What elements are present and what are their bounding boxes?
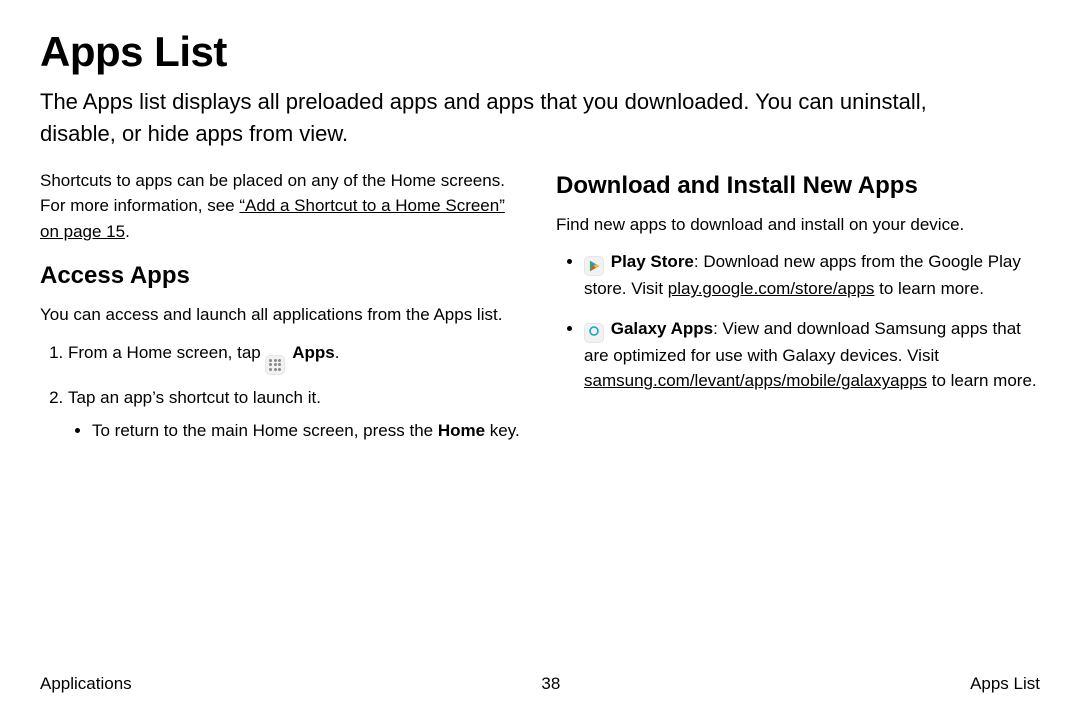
galaxy-text-b: to learn more. bbox=[927, 371, 1037, 390]
access-apps-desc: You can access and launch all applicatio… bbox=[40, 302, 524, 328]
apps-label: Apps bbox=[292, 343, 335, 362]
two-column-layout: Shortcuts to apps can be placed on any o… bbox=[40, 168, 1040, 454]
manual-page: Apps List The Apps list displays all pre… bbox=[0, 0, 1080, 720]
access-steps-list: From a Home screen, tap Apps. Tap an app… bbox=[40, 340, 524, 444]
play-store-item: Play Store: Download new apps from the G… bbox=[584, 249, 1040, 302]
step-2-sub-suffix: key. bbox=[485, 421, 520, 440]
shortcuts-suffix: . bbox=[125, 222, 130, 241]
step-2-sub-item: To return to the main Home screen, press… bbox=[92, 418, 524, 444]
download-desc: Find new apps to download and install on… bbox=[556, 212, 1040, 238]
play-store-icon bbox=[584, 256, 604, 276]
home-key-label: Home bbox=[438, 421, 485, 440]
step-1: From a Home screen, tap Apps. bbox=[68, 340, 524, 375]
step-1-prefix: From a Home screen, tap bbox=[68, 343, 265, 362]
download-heading: Download and Install New Apps bbox=[556, 168, 1040, 204]
step-2: Tap an app’s shortcut to launch it. To r… bbox=[68, 385, 524, 444]
store-list: Play Store: Download new apps from the G… bbox=[556, 249, 1040, 394]
page-footer: Applications 38 Apps List bbox=[40, 674, 1040, 694]
footer-topic-label: Apps List bbox=[970, 674, 1040, 694]
apps-icon bbox=[265, 355, 285, 375]
left-column: Shortcuts to apps can be placed on any o… bbox=[40, 168, 524, 454]
step-1-suffix: . bbox=[335, 343, 340, 362]
shortcuts-paragraph: Shortcuts to apps can be placed on any o… bbox=[40, 168, 524, 245]
intro-paragraph: The Apps list displays all preloaded app… bbox=[40, 86, 1000, 150]
play-text-b: to learn more. bbox=[874, 279, 984, 298]
step-2-sublist: To return to the main Home screen, press… bbox=[68, 418, 524, 444]
step-2-sub-prefix: To return to the main Home screen, press… bbox=[92, 421, 438, 440]
footer-page-number: 38 bbox=[541, 674, 560, 694]
galaxy-apps-icon bbox=[584, 323, 604, 343]
play-store-label: Play Store bbox=[611, 252, 694, 271]
galaxy-apps-label: Galaxy Apps bbox=[611, 319, 713, 338]
step-2-text: Tap an app’s shortcut to launch it. bbox=[68, 388, 321, 407]
footer-section-label: Applications bbox=[40, 674, 132, 694]
galaxy-apps-link[interactable]: samsung.com/levant/apps/mobile/galaxyapp… bbox=[584, 371, 927, 390]
page-title: Apps List bbox=[40, 28, 1040, 76]
play-store-link[interactable]: play.google.com/store/apps bbox=[668, 279, 875, 298]
right-column: Download and Install New Apps Find new a… bbox=[556, 168, 1040, 454]
access-apps-heading: Access Apps bbox=[40, 258, 524, 294]
galaxy-apps-item: Galaxy Apps: View and download Samsung a… bbox=[584, 316, 1040, 394]
